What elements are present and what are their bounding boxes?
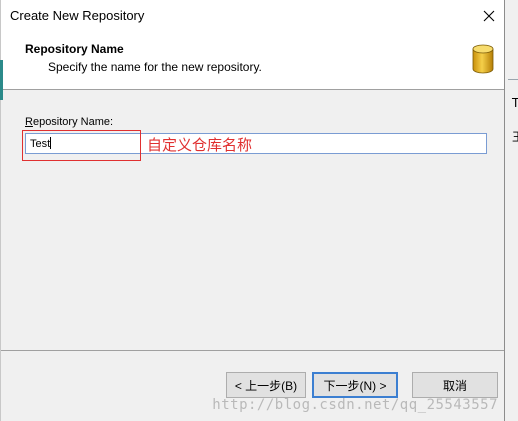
background-window: T 王 bbox=[504, 0, 518, 421]
page-title: Repository Name bbox=[25, 42, 124, 56]
watermark: http://blog.csdn.net/qq_25543557 bbox=[212, 397, 498, 413]
background-glyph-mid: 王 bbox=[512, 128, 518, 145]
page-subtitle: Specify the name for the new repository. bbox=[48, 60, 262, 74]
back-button[interactable]: < 上一步(B) bbox=[226, 372, 306, 398]
background-window-edge bbox=[0, 60, 3, 100]
wizard-content: Repository Name: Test 自定义仓库名称 bbox=[1, 91, 504, 350]
repository-name-label: Repository Name: bbox=[25, 116, 113, 128]
annotation-highlight-box bbox=[22, 130, 141, 161]
title-bar: Create New Repository bbox=[1, 0, 504, 31]
window-title: Create New Repository bbox=[10, 8, 145, 23]
next-button[interactable]: 下一步(N) > bbox=[312, 372, 398, 398]
close-button[interactable] bbox=[474, 0, 504, 31]
wizard-header: Repository Name Specify the name for the… bbox=[1, 31, 504, 90]
close-icon bbox=[483, 10, 495, 21]
database-icon bbox=[472, 44, 494, 74]
label-accelerator: R bbox=[25, 116, 33, 128]
create-repository-dialog: Create New Repository Repository Name Sp… bbox=[0, 0, 505, 421]
annotation-text: 自定义仓库名称 bbox=[147, 136, 253, 154]
label-text: epository Name: bbox=[32, 116, 114, 128]
background-divider bbox=[508, 79, 518, 80]
background-glyph-top: T bbox=[512, 96, 518, 110]
cancel-button[interactable]: 取消 bbox=[412, 372, 498, 398]
